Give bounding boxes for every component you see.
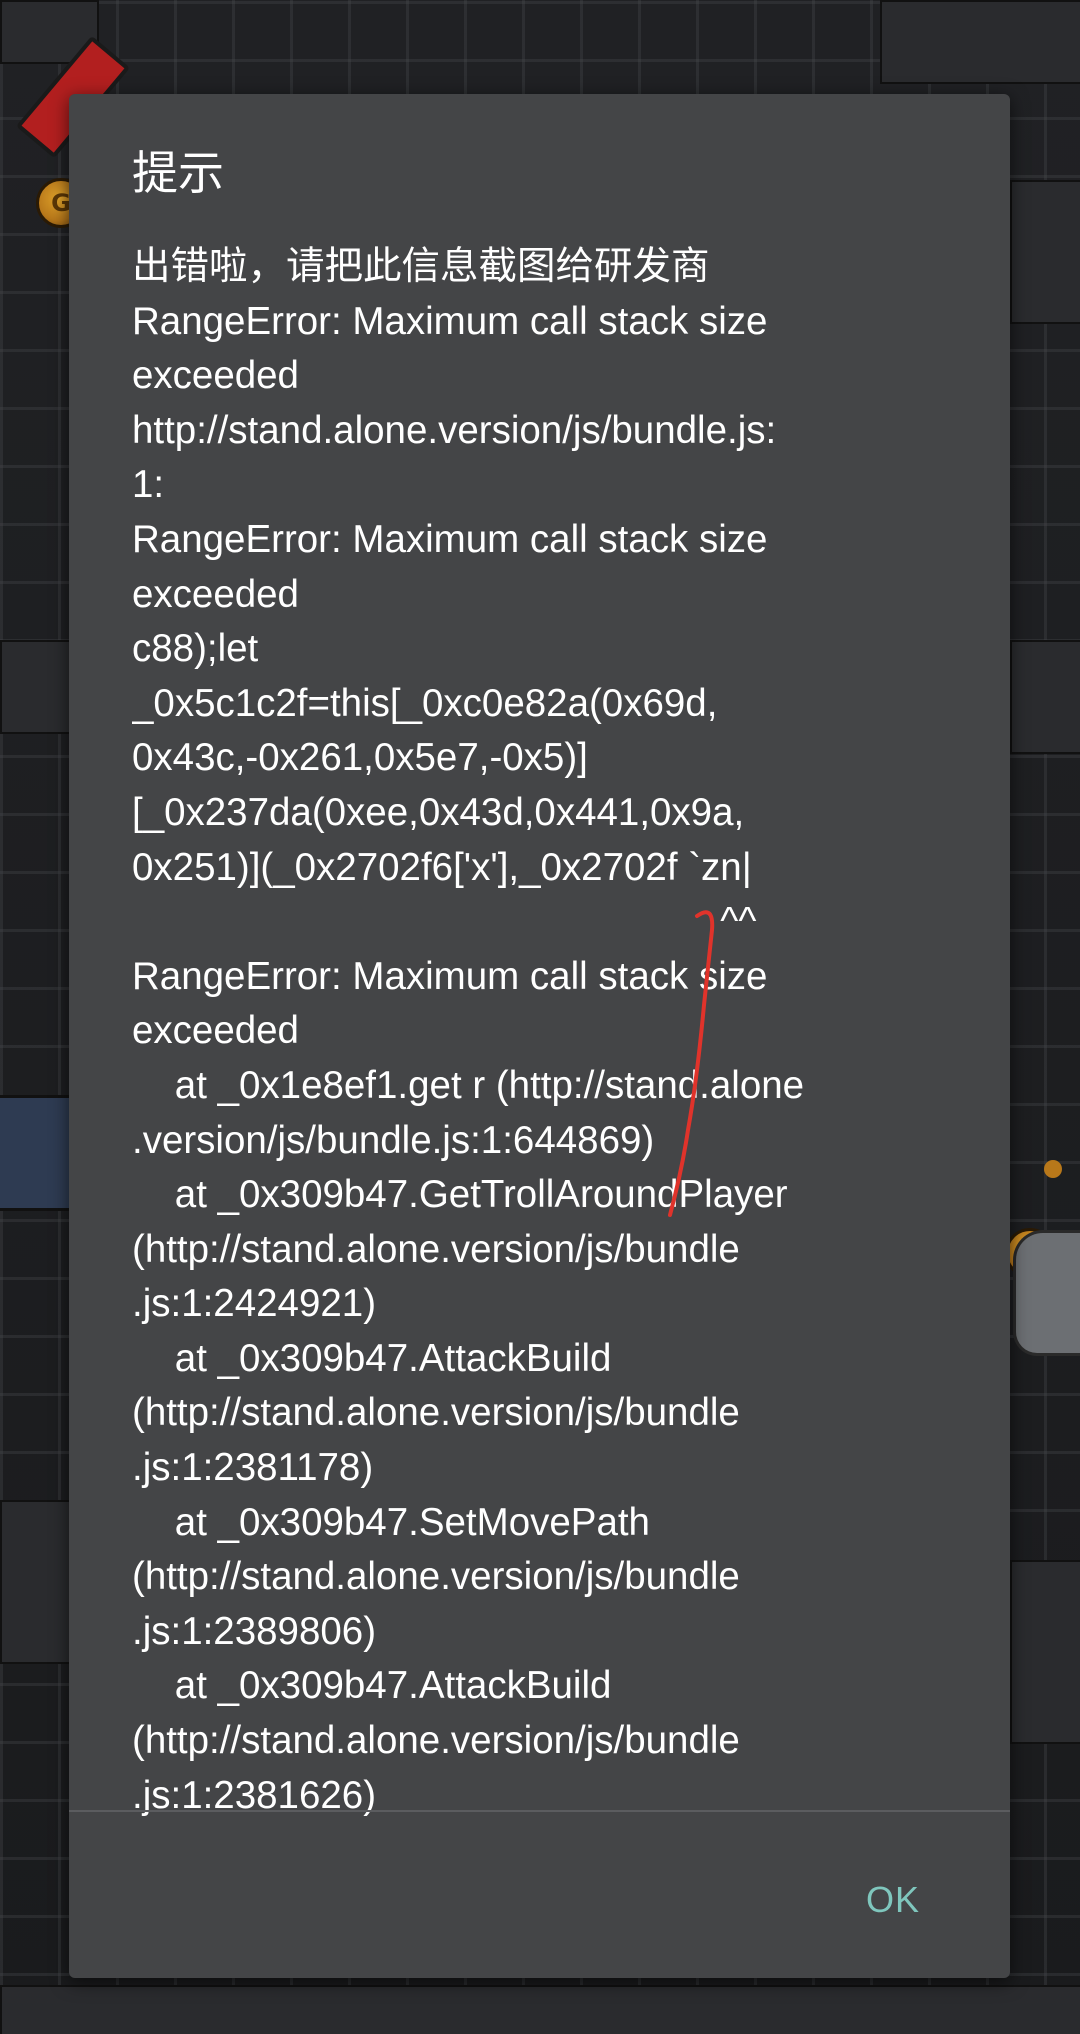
wall-tile: [1010, 640, 1080, 754]
dialog-message-scroll[interactable]: 出错啦，请把此信息截图给研发商 RangeError: Maximum call…: [132, 240, 990, 1906]
bed-sprite: [0, 1095, 73, 1211]
wall-tile: [1010, 180, 1080, 324]
ok-button[interactable]: OK: [862, 1869, 924, 1931]
error-message: 出错啦，请把此信息截图给研发商 RangeError: Maximum call…: [132, 245, 805, 1817]
wall-tile: [1010, 1560, 1080, 1744]
wall-tile: [0, 640, 73, 734]
wall-tile: [0, 1500, 73, 1664]
divider: [69, 1810, 1010, 1812]
wall-tile: [880, 0, 1080, 84]
screen: G G 提示 出错啦，请把此信息截图给研发商 RangeError: Maxim…: [0, 0, 1080, 2034]
wall-tile: [0, 1985, 1080, 2034]
character-sprite: [1013, 1230, 1080, 1356]
error-dialog: 提示 出错啦，请把此信息截图给研发商 RangeError: Maximum c…: [69, 94, 1010, 1978]
dialog-title: 提示: [132, 146, 224, 200]
gold-dot-icon: [1044, 1160, 1062, 1178]
